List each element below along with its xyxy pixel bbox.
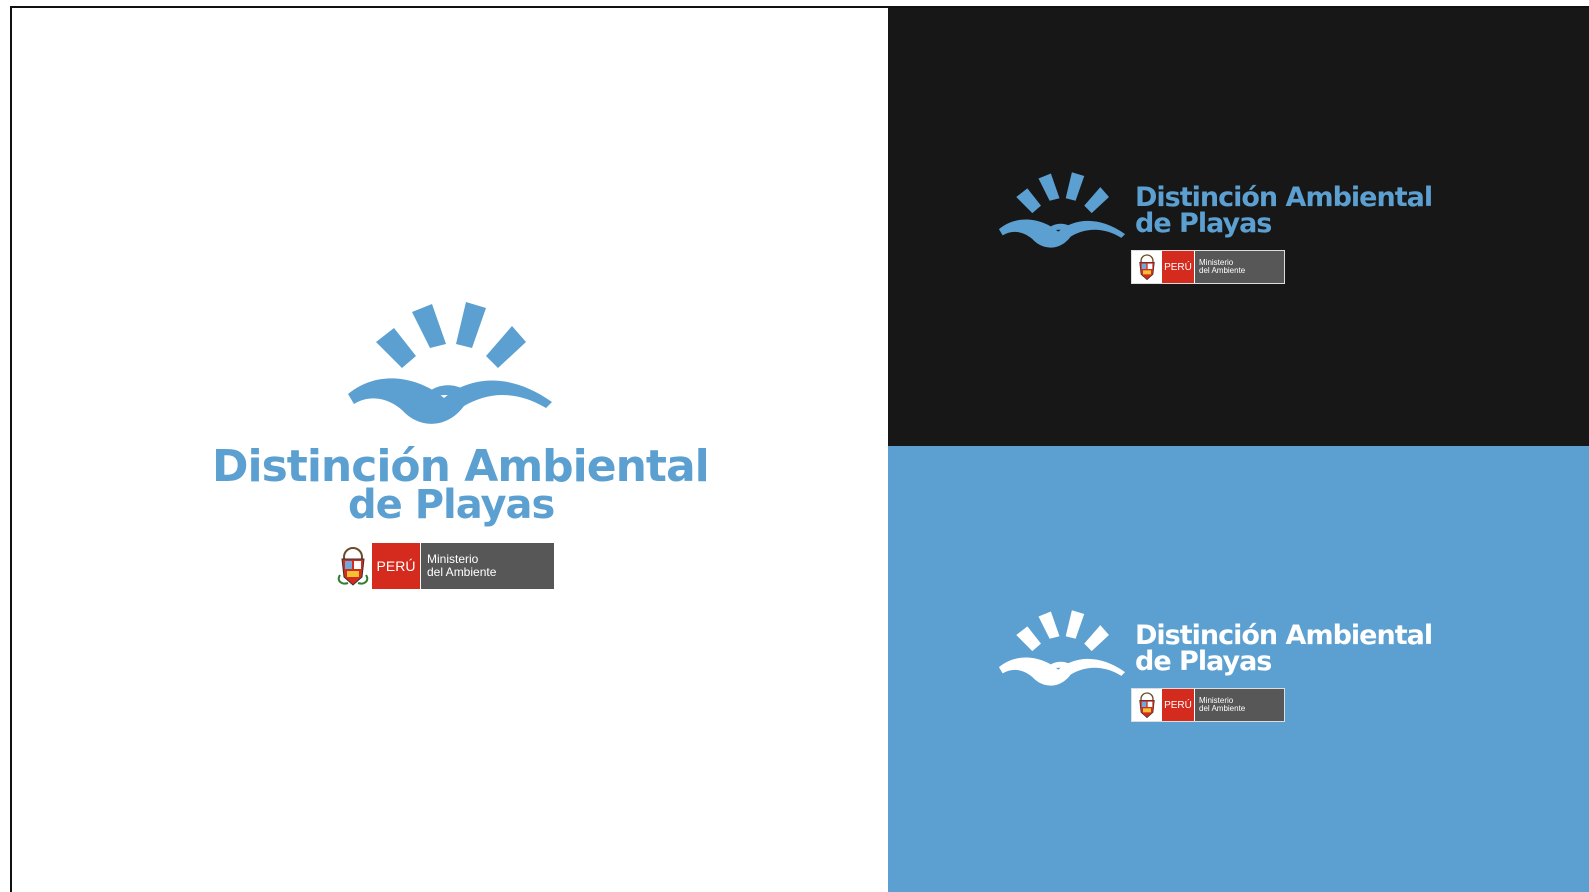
peru-coat-of-arms-icon	[334, 543, 372, 589]
white-background-panel: Distinción Ambiental de Playas PERÚ Mini…	[12, 8, 888, 892]
government-bar: PERÚ Ministerio del Ambiente	[1131, 688, 1285, 722]
sun-over-wave-icon	[348, 302, 552, 424]
sun-over-wave-icon	[998, 610, 1126, 686]
blue-background-panel: Distinción Ambiental de Playas PERÚ Mini…	[888, 446, 1589, 892]
logo-wordmark-line2: de Playas	[348, 482, 555, 528]
ministry-label: Ministerio del Ambiente	[420, 543, 554, 589]
logo-icon-blue	[994, 606, 1130, 690]
logo-icon-large	[340, 298, 560, 428]
ministry-line2: del Ambiente	[1199, 266, 1246, 275]
ministry-label: Ministerio del Ambiente	[1194, 689, 1284, 721]
logo-wordmark-line1: Distinción Ambiental	[1135, 182, 1433, 213]
logo-wordmark-line2: de Playas	[1135, 208, 1272, 239]
logo-icon-dark	[994, 168, 1130, 252]
peru-label: PERÚ	[1162, 251, 1194, 283]
logo-wordmark-line2: de Playas	[1135, 646, 1272, 677]
ministry-label: Ministerio del Ambiente	[1194, 251, 1284, 283]
peru-coat-of-arms-icon	[1132, 251, 1162, 283]
peru-coat-of-arms-icon	[1132, 689, 1162, 721]
government-bar: PERÚ Ministerio del Ambiente	[1131, 250, 1285, 284]
ministry-line2: del Ambiente	[427, 565, 497, 579]
peru-label: PERÚ	[372, 543, 420, 589]
government-bar: PERÚ Ministerio del Ambiente	[334, 543, 554, 589]
ministry-line2: del Ambiente	[1199, 704, 1246, 713]
sun-over-wave-icon	[998, 172, 1126, 248]
dark-background-panel: Distinción Ambiental de Playas PERÚ Mini…	[888, 8, 1589, 446]
logo-wordmark-line1: Distinción Ambiental	[1135, 620, 1433, 651]
peru-label: PERÚ	[1162, 689, 1194, 721]
